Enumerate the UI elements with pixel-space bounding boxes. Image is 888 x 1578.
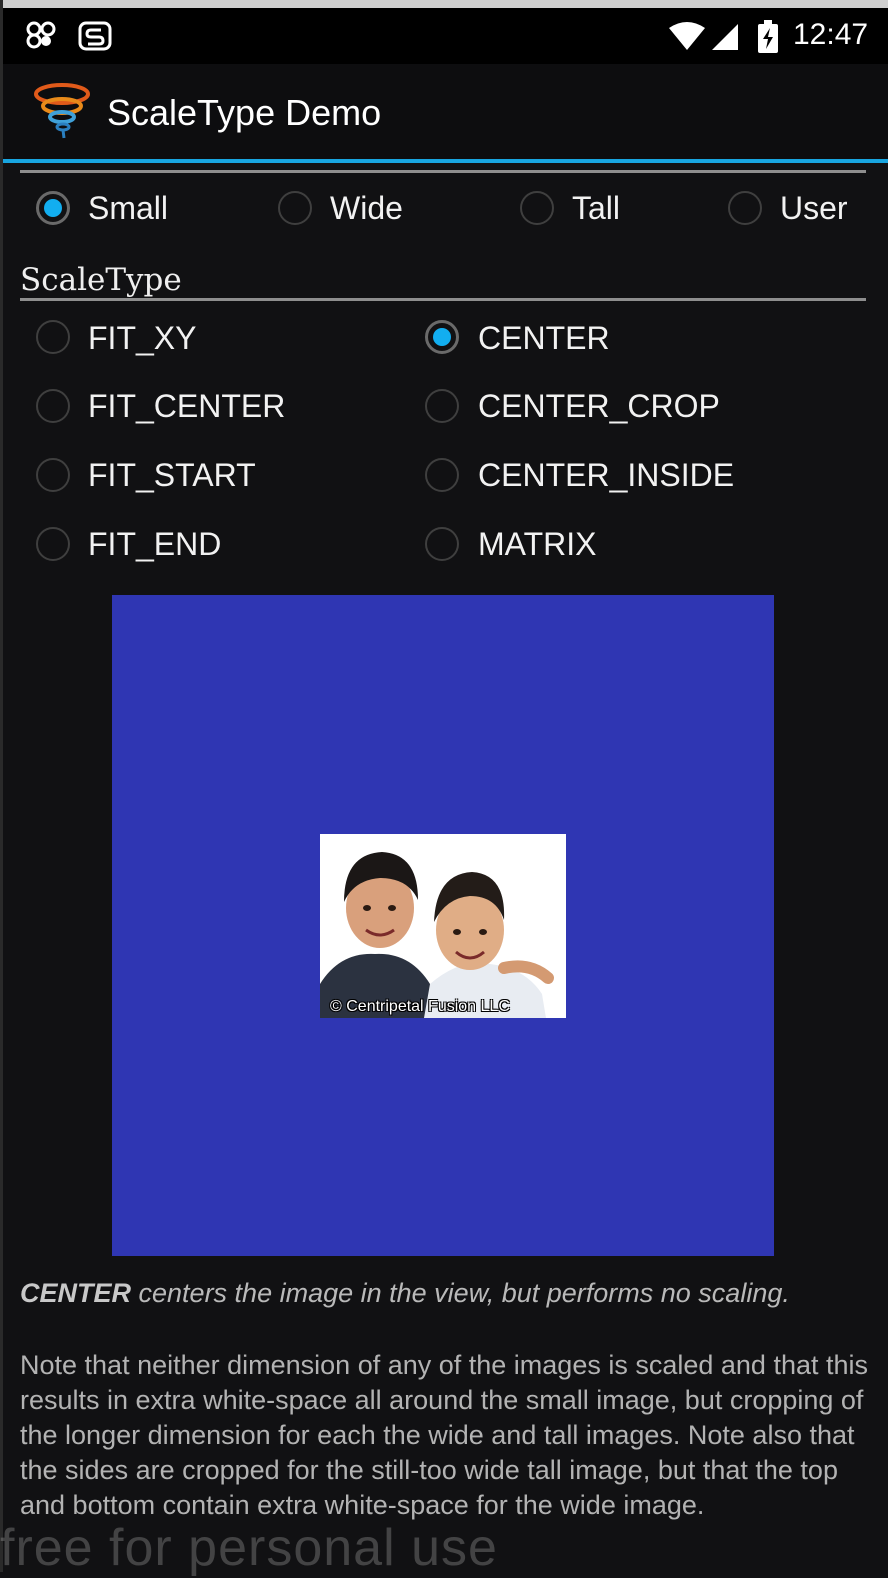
battery-charging-icon <box>757 20 779 58</box>
app-title: ScaleType Demo <box>107 92 382 133</box>
action-bar: ScaleType Demo <box>3 64 888 160</box>
signal-icon <box>710 22 740 56</box>
radio-center-inside[interactable] <box>425 458 459 492</box>
radio-fit-start[interactable] <box>36 458 70 492</box>
radio-small[interactable] <box>36 191 70 225</box>
radio-tall[interactable] <box>520 191 554 225</box>
radio-fit-xy[interactable] <box>36 320 70 354</box>
radio-center-crop-label[interactable]: CENTER_CROP <box>478 388 720 425</box>
notification-app-icon <box>25 20 59 54</box>
radio-fit-center[interactable] <box>36 389 70 423</box>
radio-fit-center-label[interactable]: FIT_CENTER <box>88 388 285 425</box>
radio-fit-start-label[interactable]: FIT_START <box>88 457 256 494</box>
radio-center-label[interactable]: CENTER <box>478 320 610 357</box>
notification-s-icon <box>77 20 113 56</box>
photo-two-boys: © Centripetal Fusion LLC <box>320 834 566 1018</box>
description-term: CENTER <box>20 1278 132 1308</box>
radio-fit-end[interactable] <box>36 527 70 561</box>
top-strip <box>0 0 888 8</box>
photo-copyright: © Centripetal Fusion LLC <box>330 998 510 1015</box>
radio-matrix-label[interactable]: MATRIX <box>478 526 597 563</box>
image-view: © Centripetal Fusion LLC <box>112 595 774 1256</box>
radio-small-label[interactable]: Small <box>88 190 168 227</box>
app-icon[interactable] <box>33 82 91 144</box>
wifi-icon <box>667 22 707 56</box>
scaletype-description: CENTER centers the image in the view, bu… <box>20 1278 790 1309</box>
description-text: centers the image in the view, but perfo… <box>131 1278 790 1308</box>
radio-user[interactable] <box>728 191 762 225</box>
status-bar: 12:47 <box>3 8 888 64</box>
status-time: 12:47 <box>793 18 869 51</box>
scaletype-header: ScaleType <box>20 262 182 298</box>
watermark: free for personal use <box>0 1519 498 1577</box>
radio-wide-label[interactable]: Wide <box>330 190 403 227</box>
image-size-divider <box>20 170 866 173</box>
scaletype-divider <box>20 298 866 301</box>
radio-center-crop[interactable] <box>425 389 459 423</box>
radio-fit-end-label[interactable]: FIT_END <box>88 526 221 563</box>
radio-center[interactable] <box>425 320 459 354</box>
radio-wide[interactable] <box>278 191 312 225</box>
action-bar-accent-line <box>3 159 888 163</box>
radio-tall-label[interactable]: Tall <box>572 190 620 227</box>
radio-center-inside-label[interactable]: CENTER_INSIDE <box>478 457 734 494</box>
note-text: Note that neither dimension of any of th… <box>20 1350 868 1520</box>
radio-matrix[interactable] <box>425 527 459 561</box>
radio-user-label[interactable]: User <box>780 190 848 227</box>
radio-fit-xy-label[interactable]: FIT_XY <box>88 320 196 357</box>
device-bezel <box>0 0 3 1572</box>
